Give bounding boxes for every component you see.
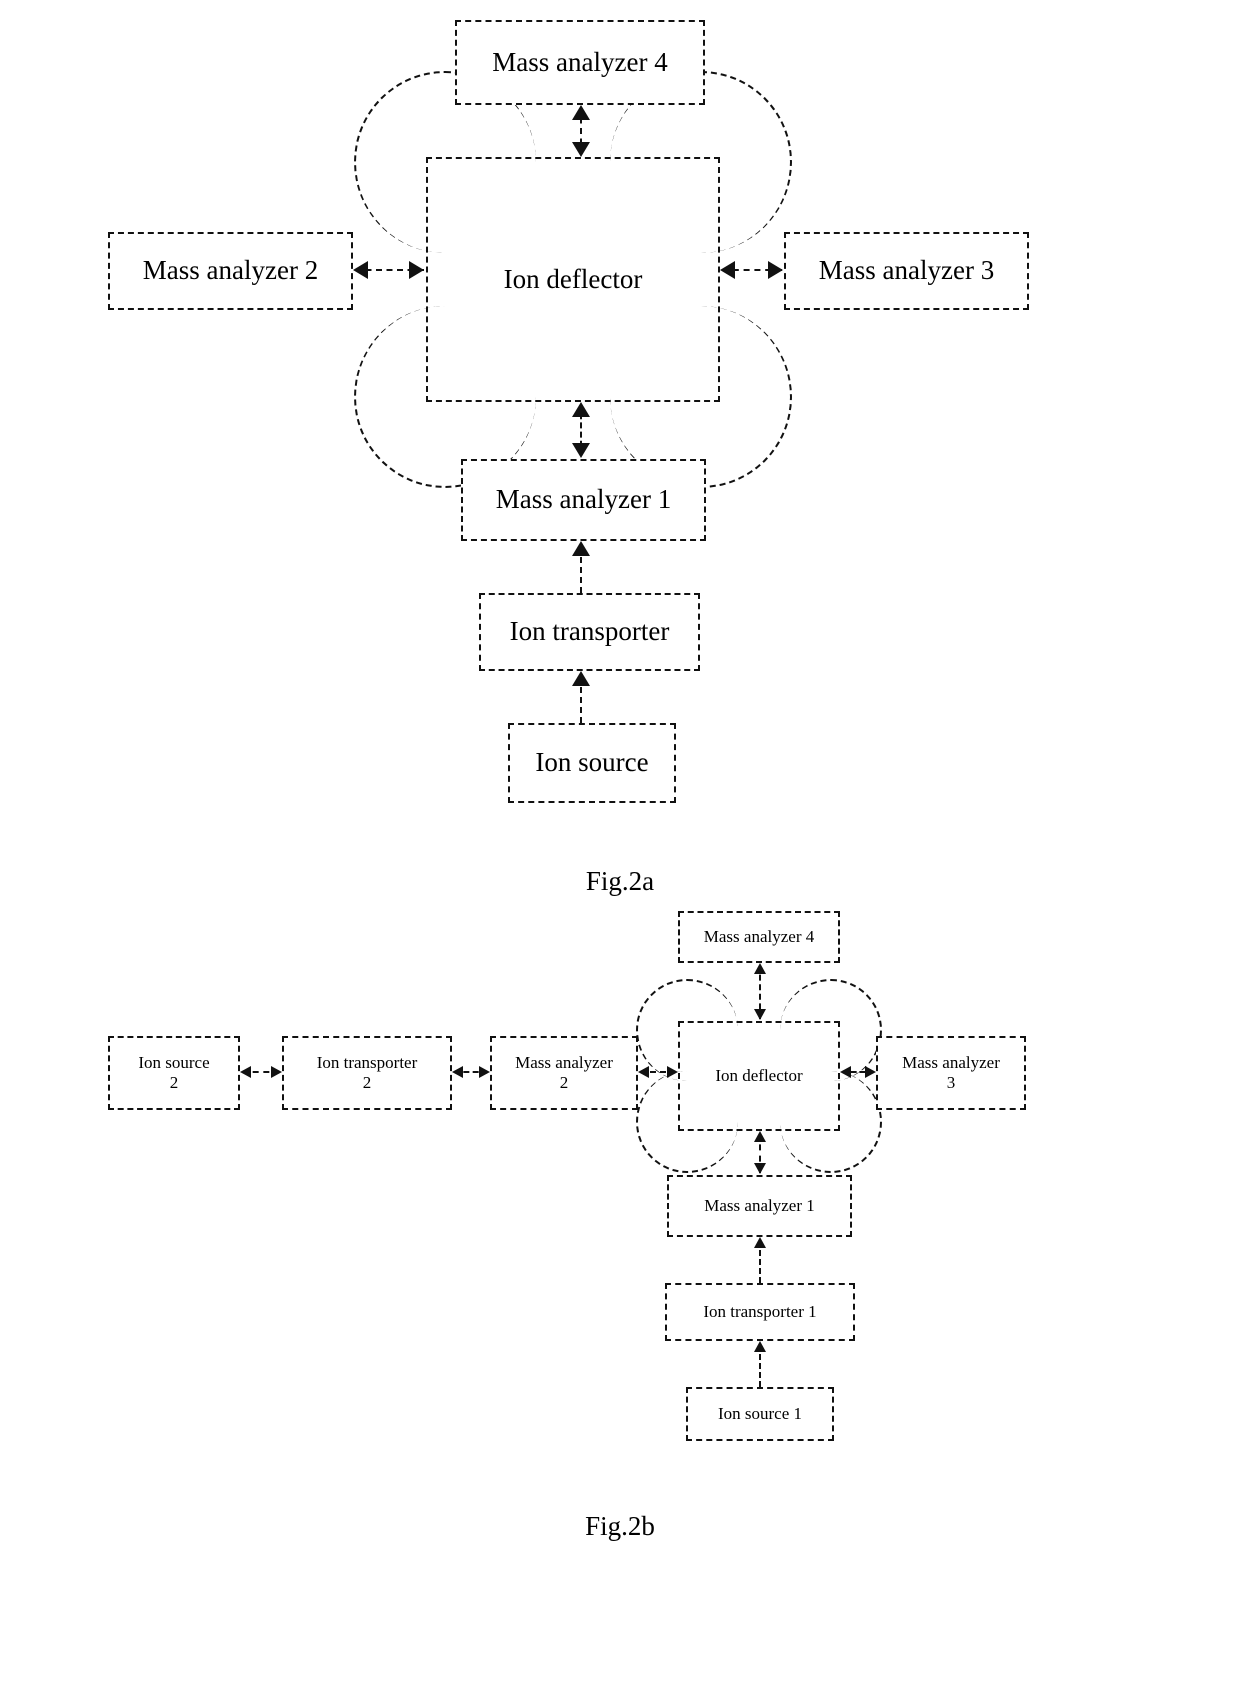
arrowhead-right-icon xyxy=(768,261,783,279)
arrowhead-up-icon xyxy=(572,105,590,120)
block-label: Mass analyzer 1 xyxy=(495,484,672,515)
block-label: Mass analyzer xyxy=(515,1053,613,1073)
arrowhead-left-icon xyxy=(353,261,368,279)
block-label: Ion transporter xyxy=(509,616,670,647)
block-label: Mass analyzer xyxy=(902,1053,1000,1073)
arrowhead-down-icon xyxy=(754,1009,766,1020)
arrowhead-up-icon xyxy=(572,671,590,686)
arrowhead-down-icon xyxy=(754,1163,766,1174)
arrowhead-right-icon xyxy=(667,1066,678,1078)
block-sublabel: 2 xyxy=(559,1073,569,1092)
block-label: Mass analyzer 1 xyxy=(704,1196,815,1216)
arrowhead-down-icon xyxy=(572,443,590,458)
block-label: Ion source xyxy=(535,747,649,778)
arrowhead-left-icon xyxy=(720,261,735,279)
block-label: Mass analyzer 4 xyxy=(492,46,668,77)
arrowhead-right-icon xyxy=(271,1066,282,1078)
block-sublabel: 3 xyxy=(946,1073,956,1092)
connector-b-ion-source-1-to-ion-transporter-1 xyxy=(752,1341,768,1387)
arrowhead-left-icon xyxy=(452,1066,463,1078)
arrowhead-up-icon xyxy=(754,1237,766,1248)
deflector-label-wrap: Ion deflector xyxy=(426,157,720,402)
connector-b-mass-analyzer-2-to-deflector xyxy=(638,1063,678,1081)
block-label: Ion deflector xyxy=(715,1066,803,1085)
connector-b-mass-analyzer-1-to-deflector xyxy=(752,1131,768,1175)
connector-b-ion-transporter-2-to-mass-analyzer-2 xyxy=(452,1063,490,1081)
block-mass-analyzer-3[interactable]: Mass analyzer 3 xyxy=(784,232,1029,310)
block-mass-analyzer-1[interactable]: Mass analyzer 1 xyxy=(461,459,706,541)
block-b-mass-analyzer-1[interactable]: Mass analyzer 1 xyxy=(667,1175,852,1237)
block-b-ion-source-1[interactable]: Ion source 1 xyxy=(686,1387,834,1441)
block-ion-transporter[interactable]: Ion transporter xyxy=(479,593,700,671)
connector-ion-source-to-ion-transporter xyxy=(570,671,594,723)
deflector-label-wrap: Ion deflector xyxy=(678,1021,840,1131)
block-sublabel: 2 xyxy=(169,1073,179,1092)
arrowhead-up-icon xyxy=(572,402,590,417)
connector-b-deflector-to-mass-analyzer-4 xyxy=(752,963,768,1021)
connector-deflector-to-mass-analyzer-3 xyxy=(720,258,784,282)
connector-mass-analyzer-1-to-deflector xyxy=(570,402,594,458)
block-b-ion-transporter-1[interactable]: Ion transporter 1 xyxy=(665,1283,855,1341)
block-mass-analyzer-2[interactable]: Mass analyzer 2 xyxy=(108,232,353,310)
block-b-mass-analyzer-4[interactable]: Mass analyzer 4 xyxy=(678,911,840,963)
connector-mass-analyzer-2-to-deflector xyxy=(353,258,426,282)
arrowhead-right-icon xyxy=(479,1066,490,1078)
arrowhead-up-icon xyxy=(754,1341,766,1352)
block-label: Mass analyzer 2 xyxy=(142,255,319,286)
block-label: Ion transporter xyxy=(316,1053,418,1073)
connector-deflector-to-mass-analyzer-4 xyxy=(570,105,594,157)
connector-b-deflector-to-mass-analyzer-3 xyxy=(840,1063,876,1081)
arrowhead-right-icon xyxy=(409,261,424,279)
block-ion-deflector[interactable]: Ion deflector xyxy=(354,71,792,488)
arrowhead-up-icon xyxy=(754,1131,766,1142)
block-mass-analyzer-4[interactable]: Mass analyzer 4 xyxy=(455,20,705,105)
block-label: Mass analyzer 3 xyxy=(818,255,995,286)
block-b-mass-analyzer-2[interactable]: Mass analyzer 2 xyxy=(490,1036,638,1110)
block-b-ion-source-2[interactable]: Ion source 2 xyxy=(108,1036,240,1110)
block-sublabel: 2 xyxy=(362,1073,372,1092)
block-label: Ion source xyxy=(138,1053,210,1073)
connector-ion-transporter-to-mass-analyzer-1 xyxy=(570,541,594,593)
block-label: Ion transporter 1 xyxy=(703,1302,817,1322)
block-b-mass-analyzer-3[interactable]: Mass analyzer 3 xyxy=(876,1036,1026,1110)
figure-caption-2a: Fig.2a xyxy=(585,866,655,896)
arrowhead-left-icon xyxy=(240,1066,251,1078)
figure-caption-2b: Fig.2b xyxy=(585,1511,655,1541)
arrowhead-down-icon xyxy=(572,142,590,157)
arrowhead-left-icon xyxy=(638,1066,649,1078)
arrowhead-right-icon xyxy=(865,1066,876,1078)
connector-b-ion-transporter-1-to-mass-analyzer-1 xyxy=(752,1237,768,1283)
block-b-ion-deflector[interactable]: Ion deflector xyxy=(636,979,882,1173)
block-label: Ion source 1 xyxy=(717,1404,803,1424)
block-label: Ion deflector xyxy=(503,264,643,294)
block-b-ion-transporter-2[interactable]: Ion transporter 2 xyxy=(282,1036,452,1110)
arrowhead-up-icon xyxy=(754,963,766,974)
arrowhead-left-icon xyxy=(840,1066,851,1078)
block-label: Mass analyzer 4 xyxy=(703,927,815,947)
connector-b-ion-source-2-to-ion-transporter-2 xyxy=(240,1063,282,1081)
block-ion-source[interactable]: Ion source xyxy=(508,723,676,803)
arrowhead-up-icon xyxy=(572,541,590,556)
